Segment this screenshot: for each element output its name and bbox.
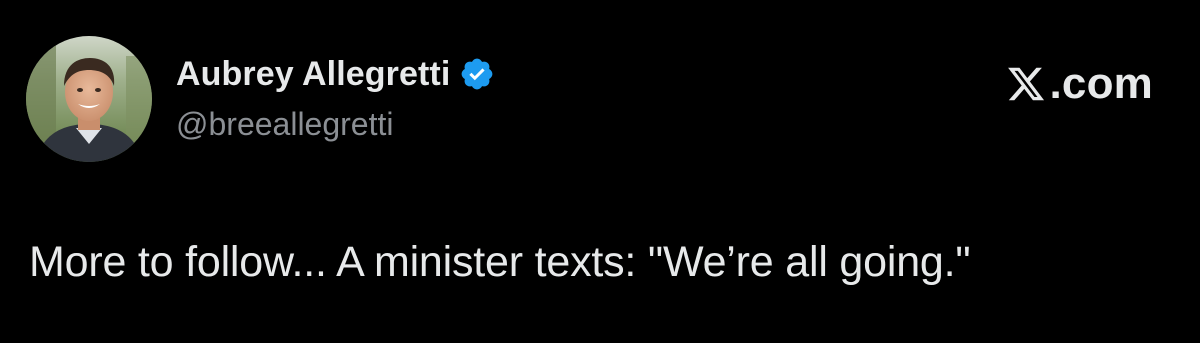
tweet-text: More to follow... A minister texts: "We’… [29, 238, 971, 286]
author-name-row: Aubrey Allegretti [176, 52, 495, 96]
verified-badge-icon [459, 56, 495, 92]
brand-domain-label: .com [1049, 59, 1153, 108]
author-handle[interactable]: @breeallegretti [176, 106, 393, 143]
x-brand-logo[interactable]: .com [1006, 58, 1154, 110]
avatar-photo [26, 36, 152, 162]
tweet-card: Aubrey Allegretti @breeallegretti .com M… [0, 0, 1200, 343]
x-logo-icon [1006, 64, 1046, 104]
author-display-name[interactable]: Aubrey Allegretti [176, 55, 450, 94]
avatar[interactable] [26, 36, 152, 162]
